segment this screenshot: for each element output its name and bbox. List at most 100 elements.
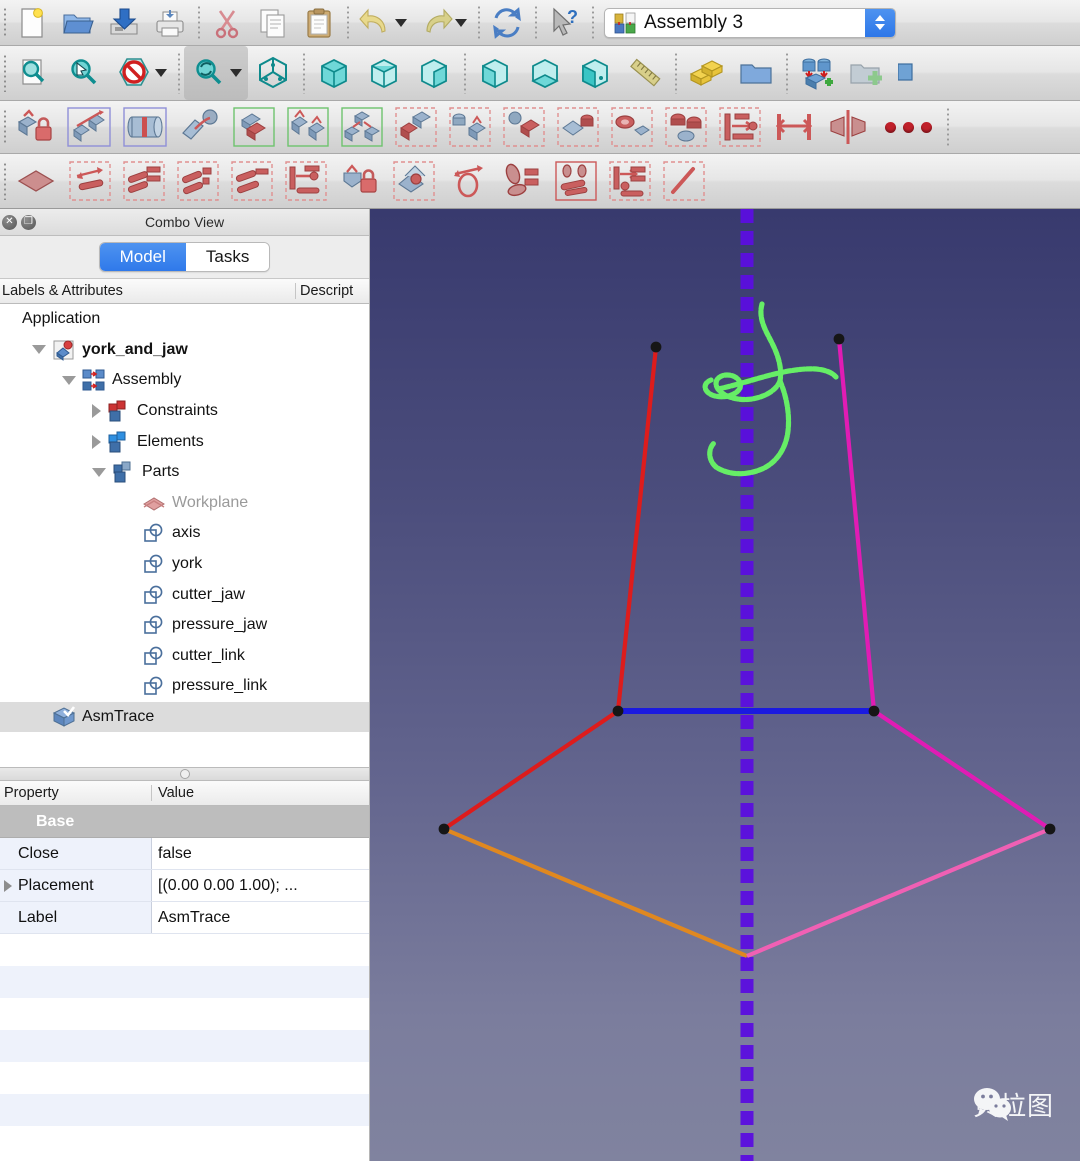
model-tree[interactable]: Application york_and_jaw Assembly Constrain… <box>0 304 369 768</box>
top-view-button[interactable] <box>359 46 409 100</box>
group-button[interactable] <box>731 46 781 100</box>
tree-item-parts[interactable]: Parts <box>0 457 369 488</box>
tab-model[interactable]: Model <box>99 243 186 271</box>
tree-item-cutter-jaw[interactable]: cutter_jaw <box>0 579 369 610</box>
plane-constraint-button[interactable] <box>173 101 227 153</box>
property-value-cell[interactable]: [(0.00 0.00 1.00); ... <box>152 870 369 902</box>
multi-constraint-button[interactable] <box>335 101 389 153</box>
point-constraint-button[interactable] <box>443 101 497 153</box>
tree-item-pressure-link[interactable]: pressure_link <box>0 671 369 702</box>
chevron-down-icon[interactable] <box>155 69 167 77</box>
screw-drive-button[interactable] <box>441 154 495 208</box>
rear-view-button[interactable] <box>470 46 520 100</box>
tree-item-cutter-link[interactable]: cutter_link <box>0 641 369 672</box>
cut-button[interactable] <box>204 0 250 45</box>
centered-button[interactable] <box>659 101 713 153</box>
undo-button[interactable] <box>353 0 413 45</box>
workbench-spinner[interactable] <box>865 8 895 37</box>
front-view-button[interactable] <box>309 46 359 100</box>
tree-item-york[interactable]: york <box>0 549 369 580</box>
chevron-down-icon[interactable] <box>395 18 407 27</box>
panel-splitter[interactable] <box>0 767 369 782</box>
part-primitives-button[interactable] <box>681 46 731 100</box>
cam-ellipse-button[interactable] <box>495 154 549 208</box>
toolbar-grip[interactable] <box>0 154 9 208</box>
chevron-down-icon[interactable] <box>62 375 76 385</box>
mirror-button[interactable] <box>821 101 875 153</box>
chevron-right-icon[interactable] <box>92 434 101 449</box>
workplane-button[interactable] <box>9 154 63 208</box>
tree-item-york-and-jaw[interactable]: york_and_jaw <box>0 335 369 366</box>
offset-constraint-button[interactable] <box>281 101 335 153</box>
chevron-down-icon[interactable] <box>32 345 46 355</box>
property-row-close[interactable]: Close false <box>0 838 369 871</box>
draw-style-button[interactable] <box>109 46 173 100</box>
slider-drive-button[interactable] <box>279 154 333 208</box>
tree-item-pressure-jaw[interactable]: pressure_jaw <box>0 610 369 641</box>
toolbar-grip[interactable] <box>0 46 9 100</box>
rack-pinion-button[interactable] <box>117 154 171 208</box>
axonometric-view-button[interactable] <box>248 46 298 100</box>
new-document-button[interactable] <box>9 0 55 45</box>
tree-item-elements[interactable]: Elements <box>0 426 369 457</box>
chevron-right-icon[interactable] <box>92 404 101 419</box>
save-document-button[interactable] <box>101 0 147 45</box>
belt-drive-button[interactable] <box>225 154 279 208</box>
symmetric-button[interactable] <box>713 101 767 153</box>
tree-item-workplane[interactable]: Workplane <box>0 488 369 519</box>
close-icon[interactable]: ✕ <box>2 214 17 230</box>
toolbar-grip[interactable] <box>0 0 9 45</box>
paste-button[interactable] <box>296 0 342 45</box>
property-row-placement[interactable]: Placement [(0.00 0.00 1.00); ... <box>0 870 369 903</box>
float-icon[interactable]: ❐ <box>21 214 36 230</box>
distance-button[interactable] <box>767 101 821 153</box>
refresh-button[interactable] <box>484 0 530 45</box>
linear-motion-button[interactable] <box>63 154 117 208</box>
create-assembly-button[interactable] <box>792 46 842 100</box>
gear-ratio-button[interactable] <box>171 154 225 208</box>
copy-button[interactable] <box>250 0 296 45</box>
property-value-cell[interactable]: AsmTrace <box>152 902 369 934</box>
chevron-down-icon[interactable] <box>92 467 106 477</box>
print-button[interactable] <box>147 0 193 45</box>
workbench-selector[interactable]: Assembly 3 <box>604 7 896 38</box>
measure-button[interactable] <box>620 46 670 100</box>
chevron-down-icon[interactable] <box>230 69 242 77</box>
tree-item-assembly[interactable]: Assembly <box>0 365 369 396</box>
spherical-constraint-button[interactable] <box>389 101 443 153</box>
tree-item-application[interactable]: Application <box>0 304 369 335</box>
chevron-right-icon[interactable] <box>4 879 12 892</box>
circular-edge-constraint-button[interactable] <box>117 101 173 153</box>
tree-item-constraints[interactable]: Constraints <box>0 396 369 427</box>
tree-item-axis[interactable]: axis <box>0 518 369 549</box>
trace-line-button[interactable] <box>657 154 711 208</box>
cam-drive-button[interactable] <box>387 154 441 208</box>
property-editor[interactable]: Base Close false Placement [(0.00 0.00 1.00)… <box>0 806 369 935</box>
fit-selection-button[interactable] <box>59 46 109 100</box>
trace-path-button[interactable] <box>549 154 603 208</box>
redo-button[interactable] <box>413 0 473 45</box>
angle-constraint-button[interactable] <box>227 101 281 153</box>
axial-constraint-button[interactable] <box>61 101 117 153</box>
point-on-plane-button[interactable] <box>551 101 605 153</box>
property-row-label[interactable]: Label AsmTrace <box>0 902 369 935</box>
property-value-cell[interactable]: false <box>152 838 369 870</box>
lock-part-constraint-button[interactable] <box>9 101 61 153</box>
open-document-button[interactable] <box>55 0 101 45</box>
bottom-view-button[interactable] <box>520 46 570 100</box>
point-on-line-button[interactable] <box>497 101 551 153</box>
toolbar-grip[interactable] <box>0 101 9 153</box>
coincident-button[interactable] <box>605 101 659 153</box>
add-part-button[interactable] <box>892 46 924 100</box>
left-view-button[interactable] <box>570 46 620 100</box>
chevron-down-icon[interactable] <box>455 18 467 27</box>
more-tools-button[interactable] <box>875 121 942 133</box>
whats-this-button[interactable]: ? <box>541 0 587 45</box>
animate-button[interactable] <box>603 154 657 208</box>
fit-all-button[interactable] <box>9 46 59 100</box>
tree-item-asmtrace[interactable]: AsmTrace <box>0 701 369 733</box>
tab-tasks[interactable]: Tasks <box>185 243 270 271</box>
right-view-button[interactable] <box>409 46 459 100</box>
3d-viewport[interactable]: 贝拉图 <box>370 209 1080 1161</box>
std-views-button[interactable] <box>184 46 248 100</box>
